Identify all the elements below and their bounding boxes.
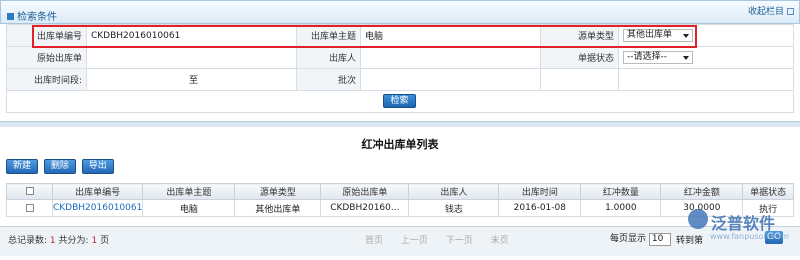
select-all-header — [6, 183, 53, 200]
collapse-label[interactable]: 收起栏目 — [748, 7, 784, 17]
list-title: 红冲出库单列表 — [361, 138, 439, 151]
pages-unit: 页 — [100, 236, 110, 246]
watermark-logo-icon — [688, 209, 708, 229]
status-cell: --请选择-- — [618, 46, 794, 69]
status-select[interactable]: --请选择-- — [623, 51, 693, 64]
person-label: 出库人 — [296, 46, 361, 69]
total-value: 1 — [49, 236, 56, 246]
batch-field[interactable] — [360, 68, 541, 91]
last-page-link[interactable]: 末页 — [491, 236, 509, 246]
person-field[interactable] — [360, 46, 541, 69]
first-page-link[interactable]: 首页 — [365, 236, 383, 246]
search-panel-title-text: 检索条件 — [17, 12, 57, 23]
data-table: 出库单编号 出库单主题 源单类型 原始出库单 出库人 出库时间 红冲数量 红冲金… — [6, 183, 794, 217]
column-header[interactable]: 源单类型 — [234, 183, 322, 200]
out-no-label: 出库单编号 — [6, 24, 87, 47]
watermark-url: www.fanpusoft.com — [710, 232, 789, 241]
jump-to-page: 转到第 — [676, 233, 703, 246]
pages-label: 共分为: — [58, 236, 89, 246]
page-size-label: 每页显示 — [610, 234, 647, 244]
chevron-down-icon[interactable] — [683, 56, 689, 60]
source-type-select[interactable]: 其他出库单 — [623, 29, 693, 42]
empty-cell — [540, 68, 619, 91]
prev-page-link[interactable]: 上一页 — [401, 236, 428, 246]
column-header[interactable]: 出库时间 — [498, 183, 582, 200]
table-cell: 1.0000 — [580, 199, 662, 217]
watermark-brand: 泛普软件 — [711, 214, 776, 233]
source-type-cell: 其他出库单 — [618, 24, 794, 47]
chevron-down-icon[interactable] — [683, 34, 689, 38]
table-cell: 2016-01-08 — [498, 199, 582, 217]
table-cell: 电脑 — [142, 199, 236, 217]
column-header[interactable]: 出库人 — [408, 183, 500, 200]
out-no-link[interactable]: CKDBH2016010061 — [51, 199, 144, 217]
search-panel-header: 检索条件 收起栏目 — [0, 0, 800, 24]
panel-icon — [7, 13, 14, 20]
jump-label: 转到第 — [676, 236, 704, 246]
table-cell: 其他出库单 — [234, 199, 322, 217]
status-label: 单据状态 — [540, 46, 619, 69]
out-no-field[interactable]: CKDBH2016010061 — [86, 24, 297, 47]
column-header[interactable]: 出库单主题 — [142, 183, 236, 200]
column-header[interactable]: 原始出库单 — [320, 183, 410, 200]
pages-value: 1 — [91, 236, 98, 246]
column-header[interactable]: 红冲数量 — [580, 183, 662, 200]
row-checkbox[interactable] — [25, 203, 34, 212]
orig-out-field[interactable] — [86, 46, 297, 69]
table-row[interactable]: CKDBH2016010061 电脑 其他出库单 CKDBH20160... 钱… — [6, 199, 794, 217]
orig-out-label: 原始出库单 — [6, 46, 87, 69]
section-divider — [0, 121, 800, 127]
collapse-toggle[interactable]: 收起栏目 — [748, 4, 794, 17]
table-cell: 钱志 — [408, 199, 500, 217]
page: 检索条件 收起栏目 出库单编号 CKDBH2016010061 出库单主题 电脑… — [0, 0, 800, 260]
search-button[interactable]: 检索 — [383, 94, 416, 108]
search-panel-title: 检索条件 — [7, 8, 57, 23]
toolbar: 新建 删除 导出 — [6, 159, 117, 174]
total-label: 总记录数: — [8, 236, 48, 246]
collapse-icon[interactable] — [787, 8, 794, 15]
source-type-value[interactable]: 其他出库单 — [627, 30, 672, 40]
select-all-checkbox[interactable] — [25, 187, 34, 195]
column-header[interactable]: 红冲金额 — [660, 183, 744, 200]
batch-label: 批次 — [296, 68, 361, 91]
subject-field[interactable]: 电脑 — [360, 24, 541, 47]
column-header[interactable]: 单据状态 — [742, 183, 794, 200]
record-summary: 总记录数: 1 共分为: 1 页 — [8, 233, 109, 246]
new-button[interactable]: 新建 — [6, 159, 39, 174]
source-type-label: 源单类型 — [540, 24, 619, 47]
subject-label: 出库单主题 — [296, 24, 361, 47]
time-range-to: 至 — [188, 76, 198, 86]
pager: 总记录数: 1 共分为: 1 页 首页 上一页 下一页 末页 每页显示 10 转… — [0, 226, 800, 256]
table-cell: CKDBH20160... — [320, 199, 410, 217]
delete-button[interactable]: 删除 — [43, 159, 76, 174]
page-size: 每页显示 10 — [610, 231, 671, 246]
export-button[interactable]: 导出 — [81, 159, 114, 174]
page-navigation: 首页 上一页 下一页 末页 — [365, 233, 524, 246]
time-range-field[interactable]: 至 — [86, 68, 297, 91]
status-value[interactable]: --请选择-- — [627, 52, 667, 62]
table-header-row: 出库单编号 出库单主题 源单类型 原始出库单 出库人 出库时间 红冲数量 红冲金… — [6, 183, 794, 200]
column-header[interactable]: 出库单编号 — [51, 183, 144, 200]
time-range-label: 出库时间段: — [6, 68, 87, 91]
page-size-input[interactable]: 10 — [648, 233, 671, 246]
row-checkbox-cell — [6, 199, 53, 217]
next-page-link[interactable]: 下一页 — [446, 236, 473, 246]
empty-cell — [618, 68, 794, 91]
